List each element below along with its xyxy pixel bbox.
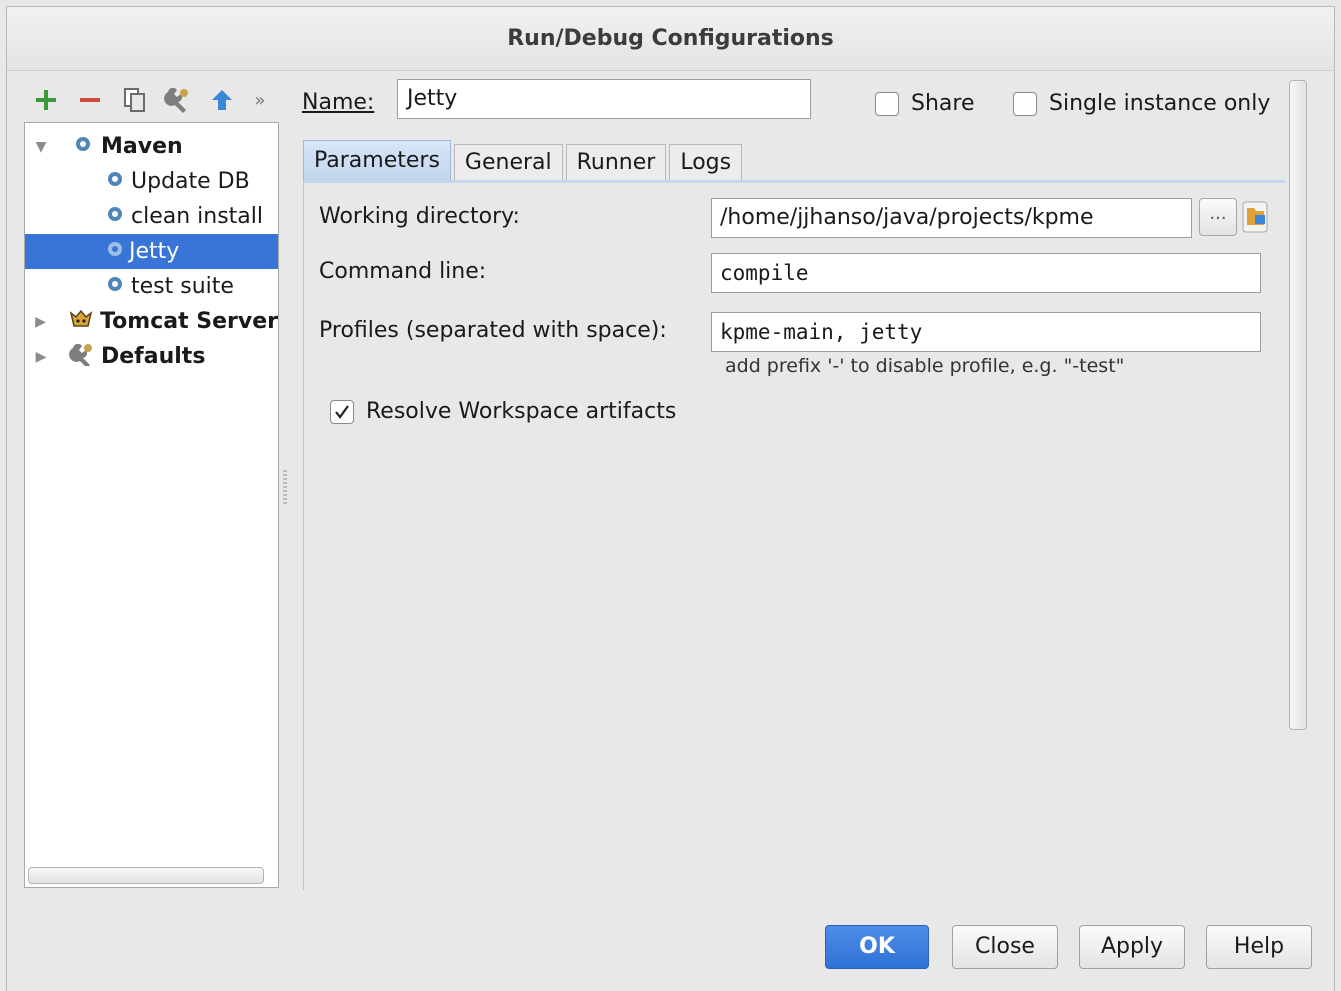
ok-button[interactable]: OK [825, 925, 929, 969]
tree-item-label: Tomcat Server [100, 309, 278, 334]
tree-item-clean-install[interactable]: clean install [25, 199, 278, 234]
tree-item-jetty[interactable]: Jetty [25, 234, 278, 269]
working-directory-field[interactable]: /home/jjhanso/java/projects/kpme [711, 198, 1192, 238]
profiles-field[interactable]: kpme-main, jetty [711, 312, 1261, 352]
tree-item-label: Update DB [131, 169, 250, 194]
command-line-field[interactable]: compile [711, 253, 1261, 293]
resolve-workspace-checkbox-box[interactable] [330, 399, 354, 424]
tree-group-maven[interactable]: ▼ Maven [25, 129, 278, 164]
collapse-arrow-icon[interactable]: ▼ [31, 139, 51, 155]
splitter-handle[interactable] [283, 470, 287, 504]
tree-item-label: clean install [131, 204, 264, 229]
config-tabs: Parameters General Runner Logs [303, 140, 745, 180]
single-instance-checkbox-box[interactable] [1013, 91, 1037, 116]
folder-icon[interactable] [1241, 198, 1271, 236]
copy-icon[interactable] [116, 82, 152, 118]
tree-item-label: Defaults [101, 344, 206, 369]
browse-button[interactable]: ... [1199, 198, 1237, 236]
more-icon[interactable]: » [248, 82, 272, 118]
tab-parameters[interactable]: Parameters [303, 140, 451, 180]
profiles-hint: add prefix '-' to disable profile, e.g. … [725, 355, 1125, 377]
gear-icon [105, 204, 125, 230]
gear-icon [105, 274, 125, 300]
name-field[interactable]: Jetty [397, 79, 811, 119]
tab-runner[interactable]: Runner [565, 144, 667, 180]
help-button[interactable]: Help [1206, 925, 1312, 969]
panel-vertical-scrollbar[interactable] [1289, 80, 1307, 730]
dialog-title: Run/Debug Configurations [7, 7, 1334, 71]
gear-icon [73, 134, 93, 160]
name-label: Name: [302, 90, 375, 115]
close-button[interactable]: Close [952, 925, 1058, 969]
single-instance-label: Single instance only [1049, 91, 1271, 116]
checkmark-icon [335, 404, 349, 419]
share-checkbox-box[interactable] [875, 91, 899, 116]
tree-horizontal-scrollbar[interactable] [28, 867, 264, 884]
remove-icon[interactable] [72, 82, 108, 118]
tab-logs[interactable]: Logs [669, 144, 743, 180]
config-toolbar: » [28, 82, 280, 118]
resolve-workspace-checkbox[interactable]: Resolve Workspace artifacts [330, 399, 676, 424]
tree-group-defaults[interactable]: ▶ Defaults [25, 339, 278, 374]
resolve-workspace-label: Resolve Workspace artifacts [366, 399, 677, 424]
edit-defaults-icon[interactable] [160, 82, 196, 118]
add-icon[interactable] [28, 82, 64, 118]
gear-icon [105, 169, 125, 195]
tree-item-label: Maven [101, 134, 183, 159]
expand-arrow-icon[interactable]: ▶ [31, 349, 51, 365]
share-label: Share [911, 91, 975, 116]
tab-general[interactable]: General [453, 144, 563, 180]
move-up-icon[interactable] [204, 82, 240, 118]
expand-arrow-icon[interactable]: ▶ [31, 314, 50, 330]
tree-item-label: test suite [131, 274, 234, 299]
share-checkbox[interactable]: Share [875, 91, 975, 116]
single-instance-checkbox[interactable]: Single instance only [1013, 91, 1270, 116]
gear-icon [105, 239, 125, 265]
configuration-tree[interactable]: ▼ Maven Update DB clean install Jetty te… [24, 122, 279, 888]
working-directory-label: Working directory: [319, 204, 520, 229]
tree-group-tomcat[interactable]: ▶ Tomcat Server [25, 304, 278, 339]
profiles-label: Profiles (separated with space): [319, 318, 667, 343]
wrench-icon [69, 342, 95, 372]
apply-button[interactable]: Apply [1079, 925, 1185, 969]
tree-item-label: Jetty [129, 239, 180, 264]
tomcat-icon [68, 308, 94, 336]
tree-item-test-suite[interactable]: test suite [25, 269, 278, 304]
command-line-label: Command line: [319, 259, 487, 284]
tree-item-update-db[interactable]: Update DB [25, 164, 278, 199]
